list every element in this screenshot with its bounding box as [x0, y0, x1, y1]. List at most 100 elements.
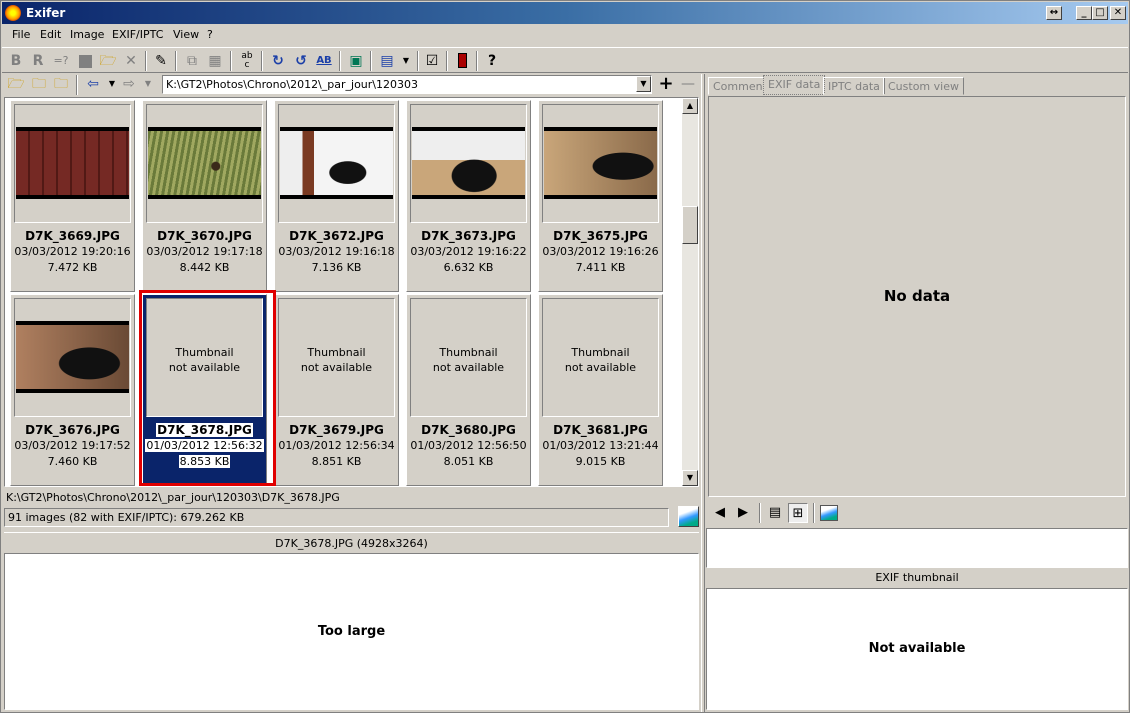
scroll-thumb[interactable] [682, 206, 698, 244]
list-view-icon[interactable]: ▤ [765, 503, 785, 523]
text-ab-icon[interactable]: AB [315, 52, 333, 70]
thumbnail-image [16, 127, 129, 199]
window-title: Exifer [26, 6, 66, 20]
forward-arrow-icon[interactable]: ⇨ [120, 75, 138, 93]
delete-x-icon[interactable]: ✕ [122, 52, 140, 70]
remove-folder-button[interactable]: — [679, 75, 697, 93]
chevron-down-icon[interactable]: ▼ [636, 76, 651, 92]
thumbnail-item[interactable]: Thumbnail not available D7K_3680.JPG 01/03/… [406, 294, 531, 486]
thumbnail-filename-text: D7K_3669.JPG [25, 229, 120, 243]
thumbnail-frame [278, 104, 395, 223]
minimize-button[interactable]: _ [1076, 6, 1092, 20]
grid-view-icon[interactable]: ⊞ [788, 503, 808, 523]
path-combobox[interactable]: K:\GT2\Photos\Chrono\2012\_par_jour\1203… [162, 75, 652, 94]
scroll-up-icon[interactable]: ▲ [682, 98, 698, 114]
comment-field[interactable] [706, 528, 1128, 568]
exif-data-panel: No data [708, 96, 1126, 497]
menu-exif-iptc[interactable]: EXIF/IPTC [112, 28, 163, 41]
pane-splitter[interactable] [701, 74, 705, 712]
thumbnail-item[interactable]: D7K_3672.JPG 03/03/2012 19:16:18 7.136 KB [274, 100, 399, 292]
equals-question-icon[interactable]: =? [52, 52, 70, 70]
thumbnail-item[interactable]: D7K_3675.JPG 03/03/2012 19:16:26 7.411 KB [538, 100, 663, 292]
thumbnail-date: 03/03/2012 19:17:18 [143, 245, 266, 258]
parent-folder-icon[interactable]: 🗀 [52, 75, 70, 93]
toolbar-separator [261, 51, 263, 71]
menu-bar: File Edit Image EXIF/IPTC View ? [2, 26, 1128, 45]
stop-square-icon[interactable] [76, 52, 94, 70]
preview-image-icon[interactable] [678, 506, 699, 527]
menu-edit[interactable]: Edit [40, 28, 61, 41]
thumbnail-item[interactable]: D7K_3669.JPG 03/03/2012 19:20:16 7.472 KB [10, 100, 135, 292]
thumbnail-filesize-text: 8.051 KB [443, 455, 494, 468]
thumbnail-filesize-text: 8.442 KB [179, 261, 230, 274]
thumbnail-item[interactable]: D7K_3673.JPG 03/03/2012 19:16:22 6.632 KB [406, 100, 531, 292]
thumbnail-filesize: 9.015 KB [539, 455, 662, 468]
thumbnail-unavailable-line2: not available [564, 361, 637, 374]
thumbnail-filesize-text: 8.851 KB [311, 455, 362, 468]
thumbnail-filename: D7K_3679.JPG [275, 423, 398, 437]
next-arrow-icon[interactable]: ▶ [733, 503, 753, 523]
thumbnail-frame [146, 104, 263, 223]
back-arrow-icon[interactable]: ⇦ [84, 75, 102, 93]
chevron-down-icon[interactable]: ▼ [103, 75, 121, 93]
rotate-left-icon[interactable]: ↻ [269, 52, 287, 70]
rotate-right-icon[interactable]: ↺ [292, 52, 310, 70]
toolbar-separator [813, 503, 815, 523]
chevron-down-icon[interactable]: ▼ [139, 75, 157, 93]
thumbnail-filesize: 7.136 KB [275, 261, 398, 274]
menu-image[interactable]: Image [70, 28, 104, 41]
thumbnail-filename-text: D7K_3670.JPG [157, 229, 252, 243]
menu-view[interactable]: View [173, 28, 199, 41]
thumbnail-image [412, 127, 525, 199]
thumbnail-date: 03/03/2012 19:20:16 [11, 245, 134, 258]
chevron-down-icon[interactable]: ▼ [397, 52, 415, 70]
toolbar-separator [230, 51, 232, 71]
thumbnail-filesize-text: 7.136 KB [311, 261, 362, 274]
checklist-icon[interactable]: ☑ [423, 52, 441, 70]
rename-ab-icon[interactable]: ab c [238, 52, 256, 70]
edit-icon[interactable]: ✎ [152, 52, 170, 70]
scroll-down-icon[interactable]: ▼ [682, 470, 698, 486]
add-folder-button[interactable]: + [657, 75, 675, 93]
menu-help[interactable]: ? [207, 28, 213, 41]
view-mode-icon[interactable]: ▤ [378, 52, 396, 70]
navigation-bar: 🗁 🗀 🗀 ⇦ ▼ ⇨ ▼ K:\GT2\Photos\Chrono\2012\… [2, 74, 702, 96]
title-bar[interactable]: Exifer ↔ _ □ ✕ [2, 2, 1128, 24]
open-folder-icon[interactable]: 🗁 [99, 52, 117, 70]
previous-arrow-icon[interactable]: ◀ [710, 503, 730, 523]
thumbnail-filesize: 7.411 KB [539, 261, 662, 274]
thumbnail-item[interactable]: D7K_3670.JPG 03/03/2012 19:17:18 8.442 KB [142, 100, 267, 292]
thumbnail-filename-text: D7K_3680.JPG [421, 423, 516, 437]
folder-summary: 91 images (82 with EXIF/IPTC): 679.262 K… [4, 508, 669, 527]
phone-icon[interactable] [453, 52, 471, 70]
thumbnail-filename-text: D7K_3673.JPG [421, 229, 516, 243]
tab-custom-view[interactable]: Custom view [883, 77, 964, 95]
bold-b-icon[interactable]: B [7, 52, 25, 70]
preview-panel: Too large [4, 553, 699, 710]
thumbnail-unavailable-line2: not available [432, 361, 505, 374]
restore-resize-icon[interactable]: ↔ [1046, 6, 1062, 20]
vertical-scrollbar[interactable]: ▲ ▼ [682, 98, 698, 486]
thumbnail-item[interactable]: D7K_3676.JPG 03/03/2012 19:17:52 7.460 KB [10, 294, 135, 486]
table-icon[interactable]: ▦ [206, 52, 224, 70]
slideshow-icon[interactable]: ▣ [347, 52, 365, 70]
thumbnail-image [16, 321, 129, 393]
menu-file[interactable]: File [12, 28, 30, 41]
thumbnail-date-text: 01/03/2012 12:56:34 [278, 439, 395, 452]
help-icon[interactable]: ? [483, 52, 501, 70]
close-button[interactable]: ✕ [1110, 6, 1126, 20]
tab-exif-data[interactable]: EXIF data [763, 75, 826, 95]
toolbar-separator [446, 51, 448, 71]
thumbnail-image-icon[interactable] [819, 503, 839, 523]
thumbnail-frame [14, 298, 131, 417]
regular-r-icon[interactable]: R [29, 52, 47, 70]
tab-iptc-data[interactable]: IPTC data [823, 77, 885, 95]
open-folder-icon[interactable]: 🗁 [7, 75, 25, 93]
maximize-button[interactable]: □ [1092, 6, 1108, 20]
copy-icon[interactable]: ⧉ [183, 52, 201, 70]
exif-message: No data [883, 287, 951, 305]
thumbnail-date-text: 03/03/2012 19:16:22 [410, 245, 527, 258]
thumbnail-item[interactable]: Thumbnail not available D7K_3679.JPG 01/03/… [274, 294, 399, 486]
thumbnail-item[interactable]: Thumbnail not available D7K_3681.JPG 01/03/… [538, 294, 663, 486]
folder-tree-icon[interactable]: 🗀 [30, 75, 48, 93]
